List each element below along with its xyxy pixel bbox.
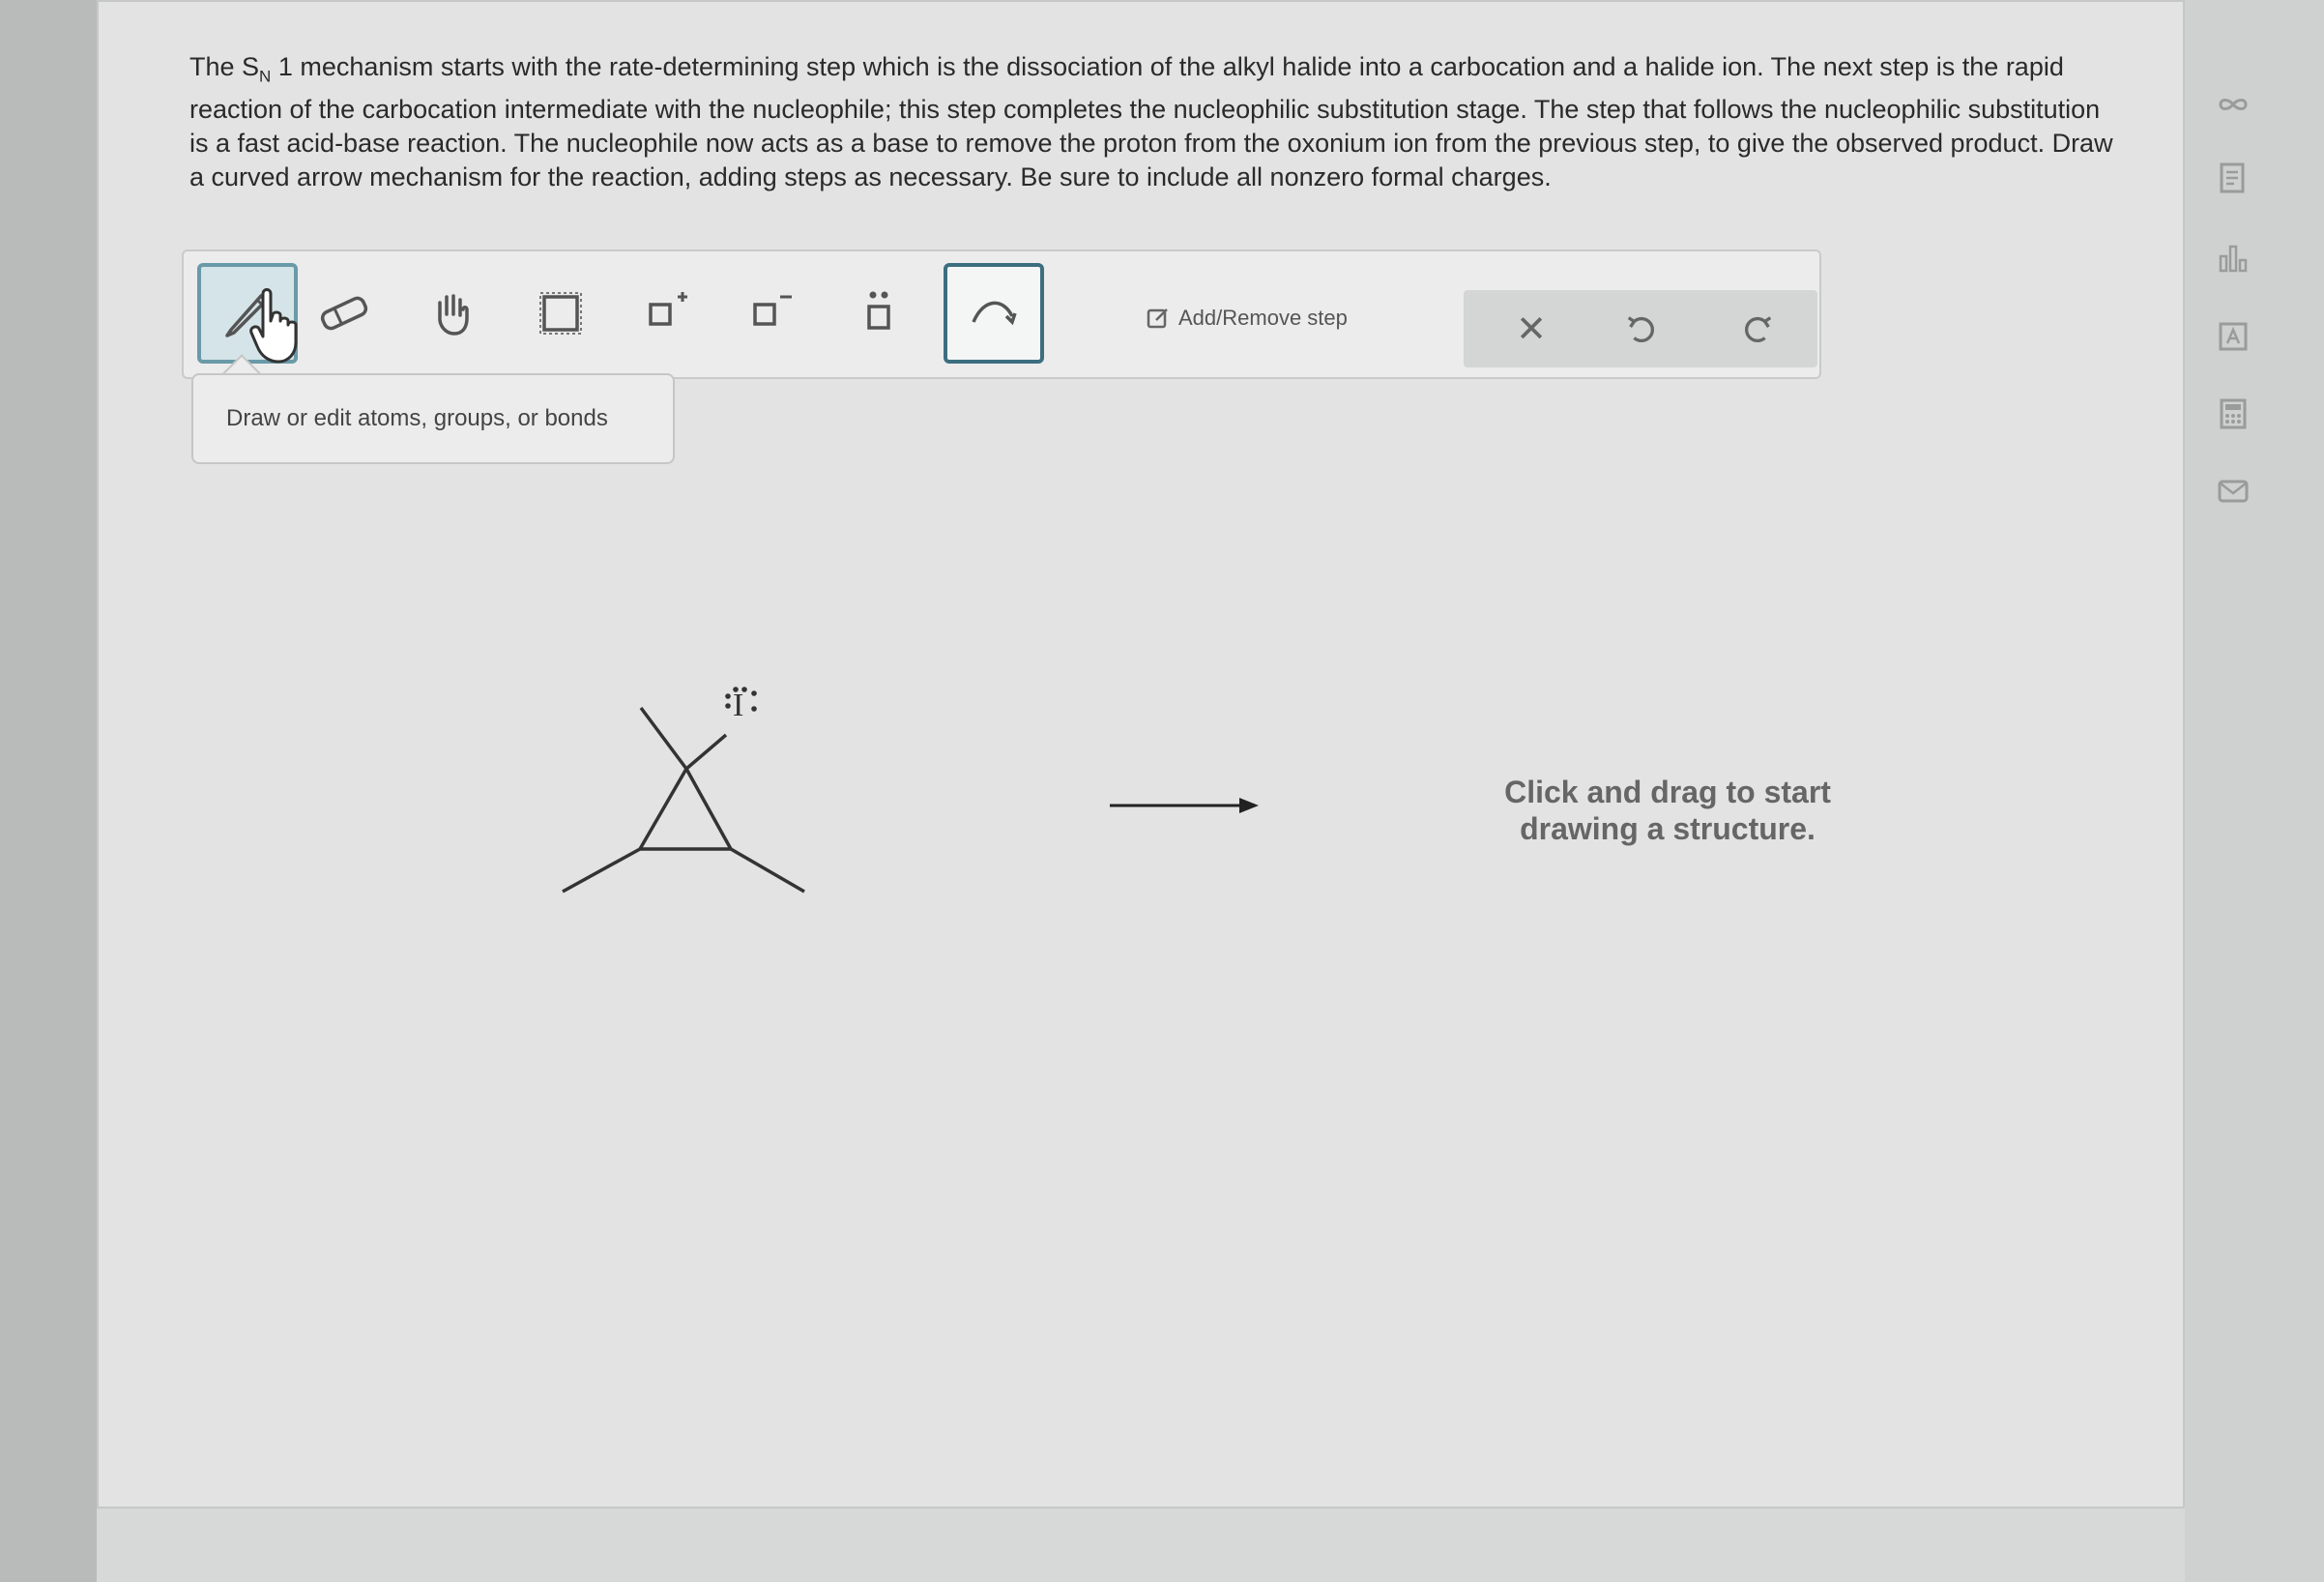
add-remove-step-button[interactable]: Add/Remove step bbox=[1146, 306, 1348, 331]
action-buttons: ✕ bbox=[1464, 290, 1817, 367]
redo-icon bbox=[1745, 316, 1772, 343]
placeholder-line-2: drawing a structure. bbox=[1520, 811, 1816, 846]
clear-button[interactable]: ✕ bbox=[1504, 302, 1558, 356]
mail-icon[interactable] bbox=[2214, 472, 2252, 511]
hand-cursor-icon bbox=[249, 288, 298, 364]
undo-icon bbox=[1627, 316, 1654, 343]
lone-pair-icon bbox=[867, 291, 890, 330]
placeholder-line-1: Click and drag to start bbox=[1504, 775, 1831, 809]
positive-charge-tool-button[interactable] bbox=[617, 263, 717, 364]
bar-chart-icon[interactable] bbox=[2214, 238, 2252, 277]
periodic-table-icon[interactable] bbox=[2214, 317, 2252, 356]
right-sidebar bbox=[2193, 68, 2270, 551]
eraser-icon bbox=[320, 296, 368, 331]
question-subscript: N bbox=[259, 67, 272, 86]
curved-arrow-icon bbox=[972, 301, 1017, 326]
iodine-atom-label: I bbox=[733, 688, 743, 723]
page-footer-area bbox=[97, 1509, 2185, 1582]
edit-icon bbox=[1147, 308, 1168, 329]
selection-box-icon bbox=[539, 292, 582, 335]
redo-button[interactable] bbox=[1730, 302, 1785, 356]
curved-arrow-tool-button[interactable] bbox=[944, 263, 1044, 364]
undo-button[interactable] bbox=[1614, 302, 1669, 356]
infinity-icon[interactable] bbox=[2214, 85, 2252, 124]
document-icon[interactable] bbox=[2214, 159, 2252, 197]
product-drawing-area[interactable]: Click and drag to start drawing a struct… bbox=[1450, 774, 1885, 847]
add-remove-step-label: Add/Remove step bbox=[1178, 306, 1348, 330]
select-tool-button[interactable] bbox=[510, 263, 611, 364]
positive-charge-icon bbox=[649, 292, 687, 326]
tool-tooltip: Draw or edit atoms, groups, or bonds bbox=[191, 373, 675, 464]
reactant-structure[interactable]: I bbox=[541, 667, 831, 919]
reaction-arrow bbox=[1110, 798, 1259, 813]
hand-icon bbox=[438, 294, 469, 336]
close-icon: ✕ bbox=[1516, 308, 1547, 350]
calculator-icon[interactable] bbox=[2214, 395, 2252, 433]
question-panel bbox=[97, 0, 2185, 1509]
negative-charge-icon bbox=[753, 295, 792, 326]
negative-charge-tool-button[interactable] bbox=[721, 263, 822, 364]
question-body: 1 mechanism starts with the rate-determi… bbox=[189, 52, 2113, 192]
move-tool-button[interactable] bbox=[402, 263, 503, 364]
question-text: The SN 1 mechanism starts with the rate-… bbox=[189, 50, 2113, 194]
lone-pair-tool-button[interactable] bbox=[829, 263, 930, 364]
question-prefix: The S bbox=[189, 52, 260, 81]
tooltip-text: Draw or edit atoms, groups, or bonds bbox=[226, 405, 608, 431]
